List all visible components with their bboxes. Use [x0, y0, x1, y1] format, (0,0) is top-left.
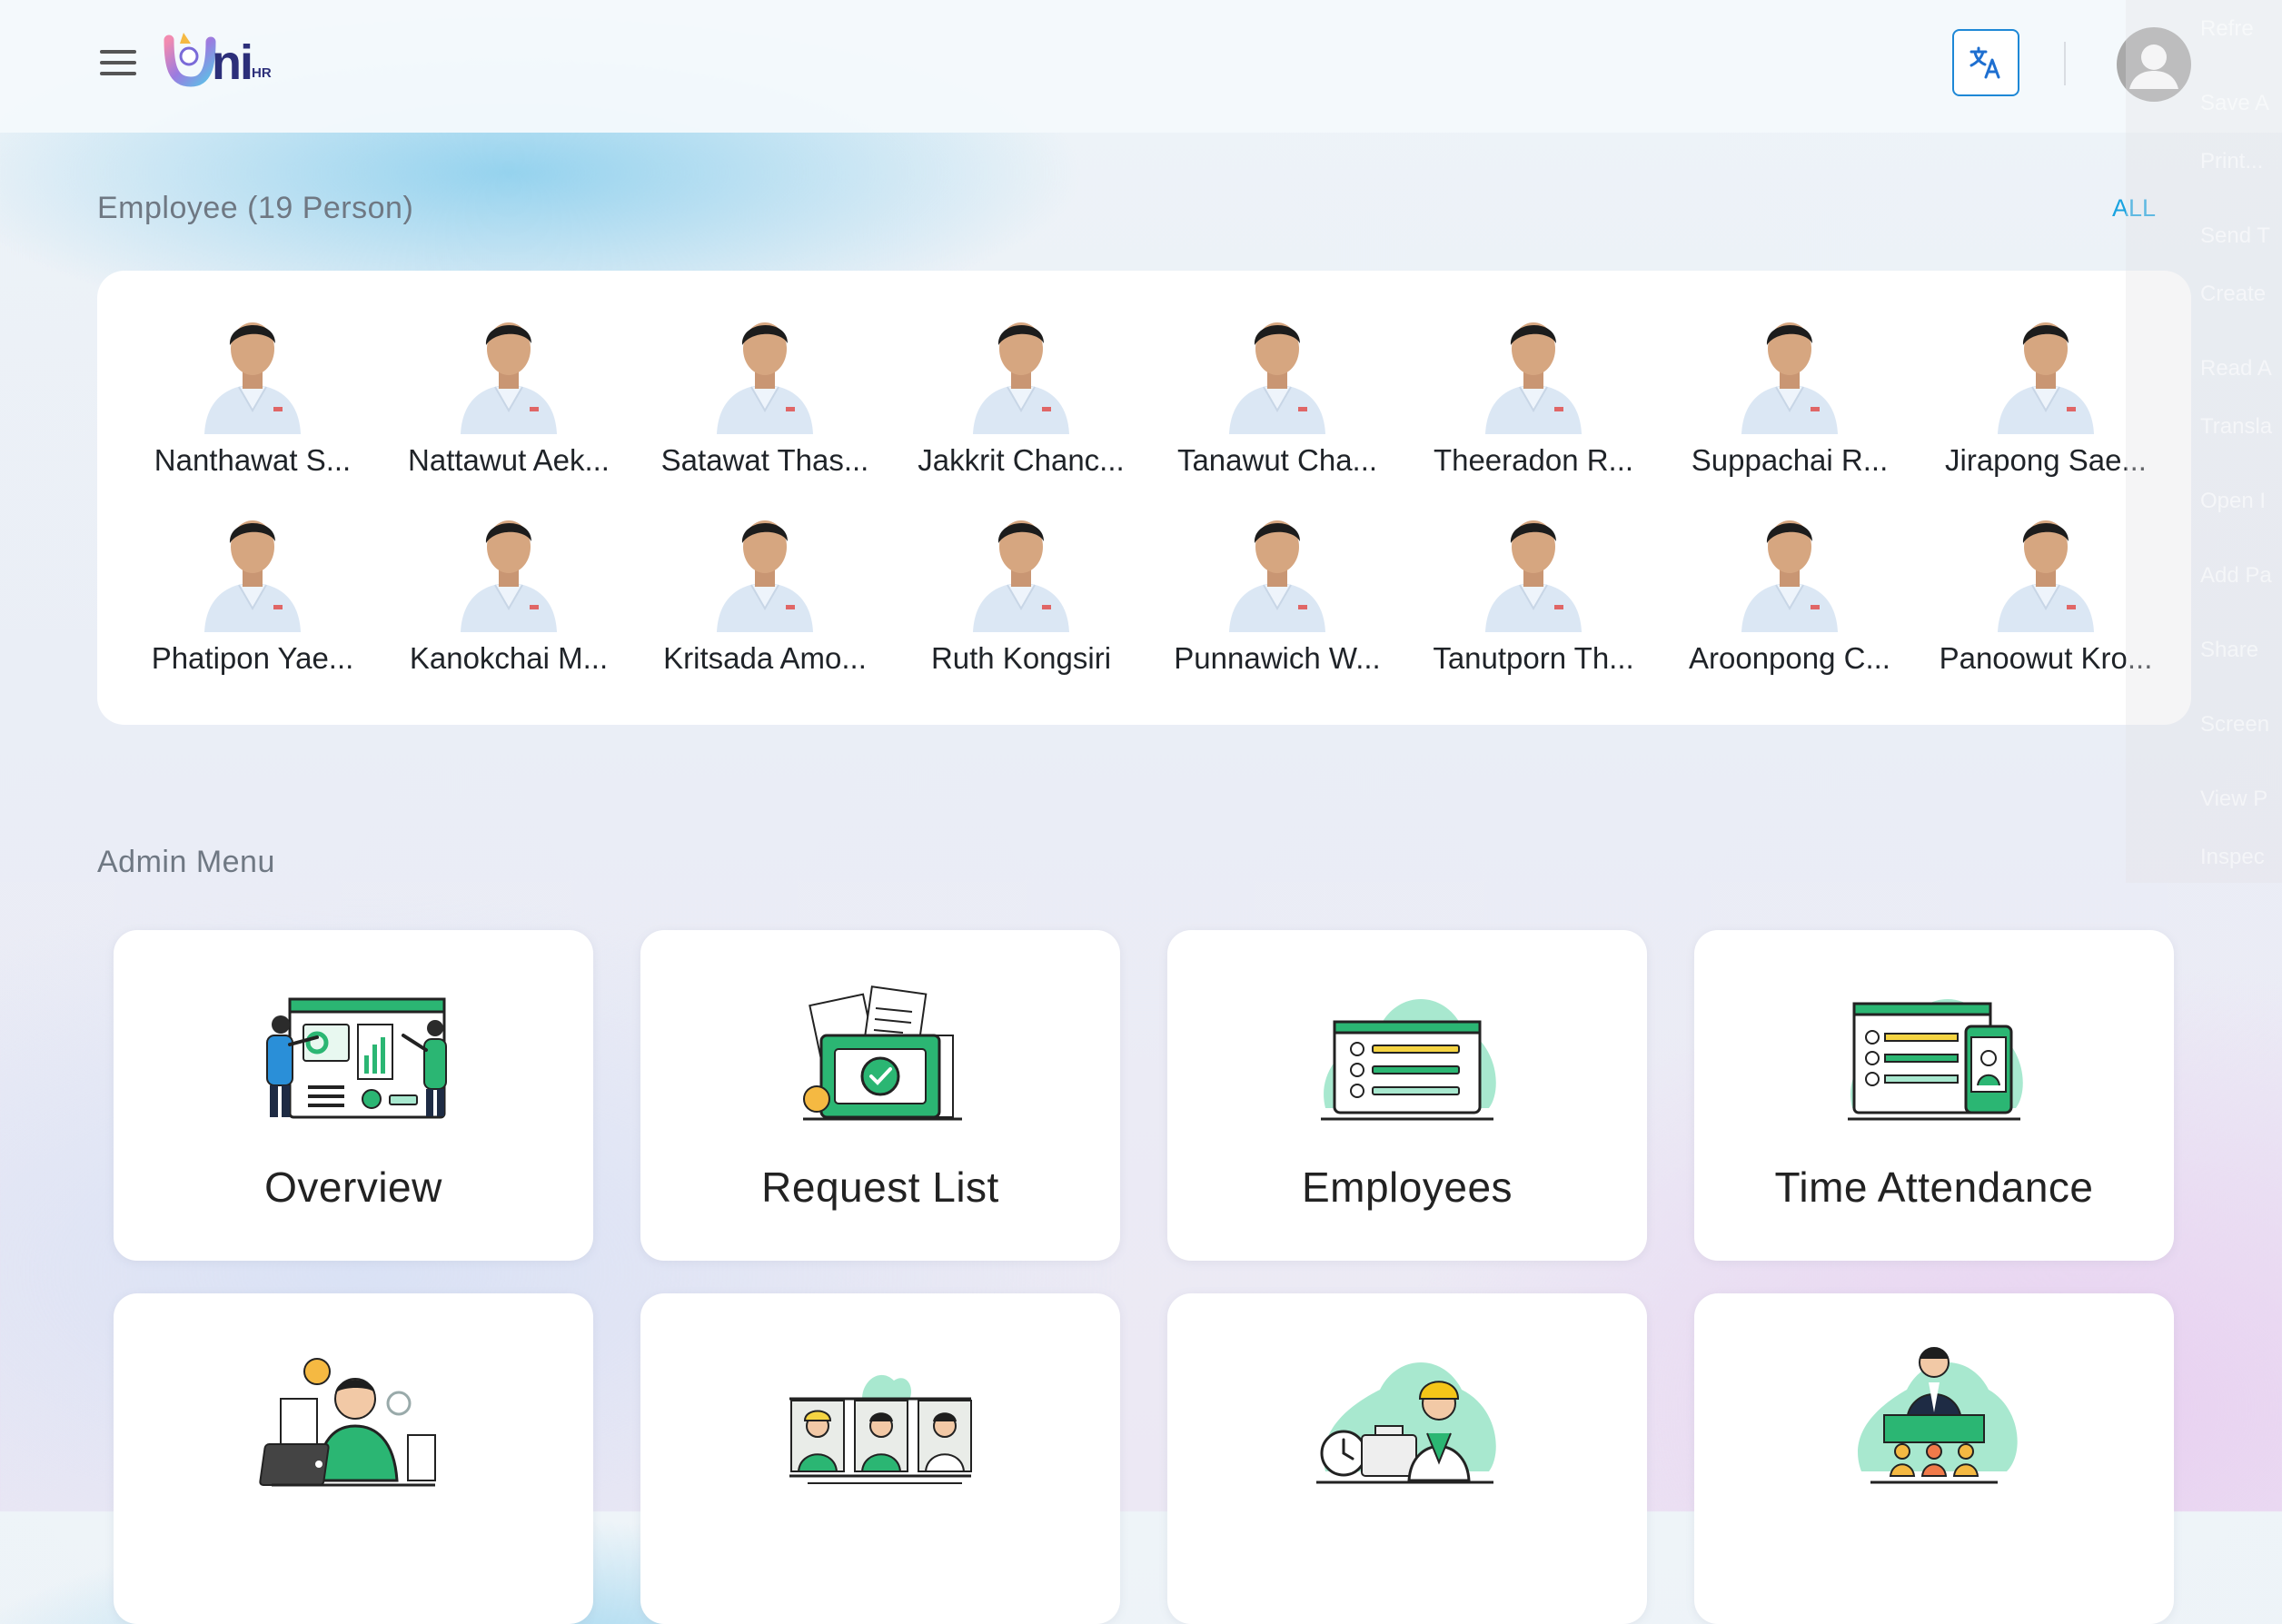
time-attendance-illustration: [1848, 999, 2023, 1121]
hamburger-menu-icon[interactable]: [100, 50, 136, 77]
menu-card-time-attendance[interactable]: Time Attendance: [1694, 930, 2174, 1261]
employee-item[interactable]: Ruth Kongsiri: [902, 496, 1158, 694]
menu-card-8[interactable]: [1694, 1293, 2174, 1624]
employee-item[interactable]: Aroonpong C...: [1671, 496, 1927, 694]
employee-photo: [1485, 322, 1582, 434]
employees-list-illustration: [1321, 999, 1496, 1121]
employee-name: Suppachai R...: [1691, 443, 1889, 477]
context-menu-item[interactable]: Print...: [2200, 149, 2263, 174]
employee-section-title: Employee (19 Person): [97, 191, 414, 225]
employee-name: Kanokchai M...: [409, 641, 609, 675]
context-menu-item[interactable]: Screen: [2200, 712, 2269, 738]
menu-label: Overview: [264, 1164, 442, 1211]
request-list-folder-illustration: [803, 985, 962, 1121]
employee-card: Nanthawat S... Nattawut Aek... Satawat Tha…: [97, 271, 2191, 725]
worker-time-illustration: [1316, 1362, 1496, 1484]
employee-grid: Nanthawat S... Nattawut Aek... Satawat Tha…: [134, 298, 2183, 694]
logo-text: ni: [212, 35, 253, 90]
employee-item[interactable]: Jakkrit Chanc...: [902, 298, 1158, 496]
header-divider: [2064, 42, 2066, 85]
context-menu-item[interactable]: Read A: [2200, 356, 2272, 381]
employee-photo: [1229, 322, 1325, 434]
employee-item[interactable]: Kanokchai M...: [390, 496, 646, 694]
employee-photo: [973, 322, 1069, 434]
employee-photo: [1998, 322, 2094, 434]
menu-card-employees[interactable]: Employees: [1167, 930, 1647, 1261]
context-menu-item[interactable]: Share: [2200, 638, 2258, 663]
employee-photo: [1998, 520, 2094, 632]
employee-name: Satawat Thas...: [660, 443, 869, 477]
employee-photo: [204, 322, 301, 434]
employee-photo: [973, 520, 1069, 632]
employee-photo: [204, 520, 301, 632]
context-menu-item[interactable]: Send T: [2200, 223, 2270, 249]
employee-name: Kritsada Amo...: [663, 641, 867, 675]
top-bar: ni HR: [0, 0, 2282, 133]
employee-item[interactable]: Phatipon Yae...: [134, 496, 390, 694]
menu-card-5[interactable]: [114, 1293, 593, 1624]
employee-item[interactable]: Theeradon R...: [1414, 298, 1671, 496]
employee-name: Aroonpong C...: [1689, 641, 1890, 675]
employee-item[interactable]: Tanawut Cha...: [1158, 298, 1414, 496]
context-menu-item[interactable]: Open I: [2200, 489, 2266, 514]
menu-card-6[interactable]: [640, 1293, 1120, 1624]
context-menu-item[interactable]: Transla: [2200, 414, 2272, 440]
menu-card-overview[interactable]: Overview: [114, 930, 593, 1261]
working-at-laptop-illustration: [259, 1358, 436, 1487]
browser-context-menu-overlay: Refre Save A Print... Send T Create Read A Tra…: [2126, 0, 2282, 883]
employee-item[interactable]: Nattawut Aek...: [390, 298, 646, 496]
logo-subtext: HR: [252, 65, 272, 81]
employee-name: Ruth Kongsiri: [930, 641, 1112, 675]
menu-card-request-list[interactable]: Request List: [640, 930, 1120, 1261]
employee-name: Nattawut Aek...: [408, 443, 610, 477]
menu-label: Request List: [761, 1164, 999, 1211]
employee-item[interactable]: Suppachai R...: [1671, 298, 1927, 496]
employee-photo: [1741, 322, 1838, 434]
employee-photo: [1741, 520, 1838, 632]
employee-name: Nanthawat S...: [154, 443, 352, 477]
employee-item[interactable]: Tanutporn Th...: [1414, 496, 1671, 694]
employee-item[interactable]: Nanthawat S...: [134, 298, 390, 496]
context-menu-item[interactable]: Add Pa: [2200, 563, 2272, 589]
employee-photo: [461, 322, 557, 434]
employee-name: Tanutporn Th...: [1433, 641, 1634, 675]
employee-item[interactable]: Kritsada Amo...: [646, 496, 902, 694]
employee-name: Phatipon Yae...: [151, 641, 354, 675]
menu-label: Time Attendance: [1774, 1164, 2094, 1211]
admin-menu-title: Admin Menu: [97, 845, 275, 879]
context-menu-item[interactable]: View P: [2200, 787, 2267, 812]
translate-icon: [1969, 46, 2000, 79]
context-menu-item[interactable]: Inspec: [2200, 845, 2265, 870]
manager-team-illustration: [1858, 1347, 2018, 1484]
employee-item[interactable]: Satawat Thas...: [646, 298, 902, 496]
employee-photo: [717, 322, 813, 434]
employee-photo: [717, 520, 813, 632]
context-menu-item[interactable]: Save A: [2200, 91, 2269, 116]
employee-photo: [1229, 520, 1325, 632]
employee-name: Theeradon R...: [1433, 443, 1634, 477]
employee-name: Jakkrit Chanc...: [918, 443, 1125, 477]
employee-profiles-illustration: [789, 1374, 972, 1484]
employee-photo: [1485, 520, 1582, 632]
menu-card-7[interactable]: [1167, 1293, 1647, 1624]
language-switch-button[interactable]: [1952, 29, 2019, 96]
context-menu-item[interactable]: Refre: [2200, 16, 2254, 42]
employee-name: Punnawich W...: [1174, 641, 1381, 675]
menu-label: Employees: [1301, 1164, 1513, 1211]
employee-photo: [461, 520, 557, 632]
overview-dashboard-illustration: [266, 997, 447, 1119]
context-menu-item[interactable]: Create: [2200, 282, 2266, 307]
employee-item[interactable]: Punnawich W...: [1158, 496, 1414, 694]
employee-name: Tanawut Cha...: [1176, 443, 1378, 477]
